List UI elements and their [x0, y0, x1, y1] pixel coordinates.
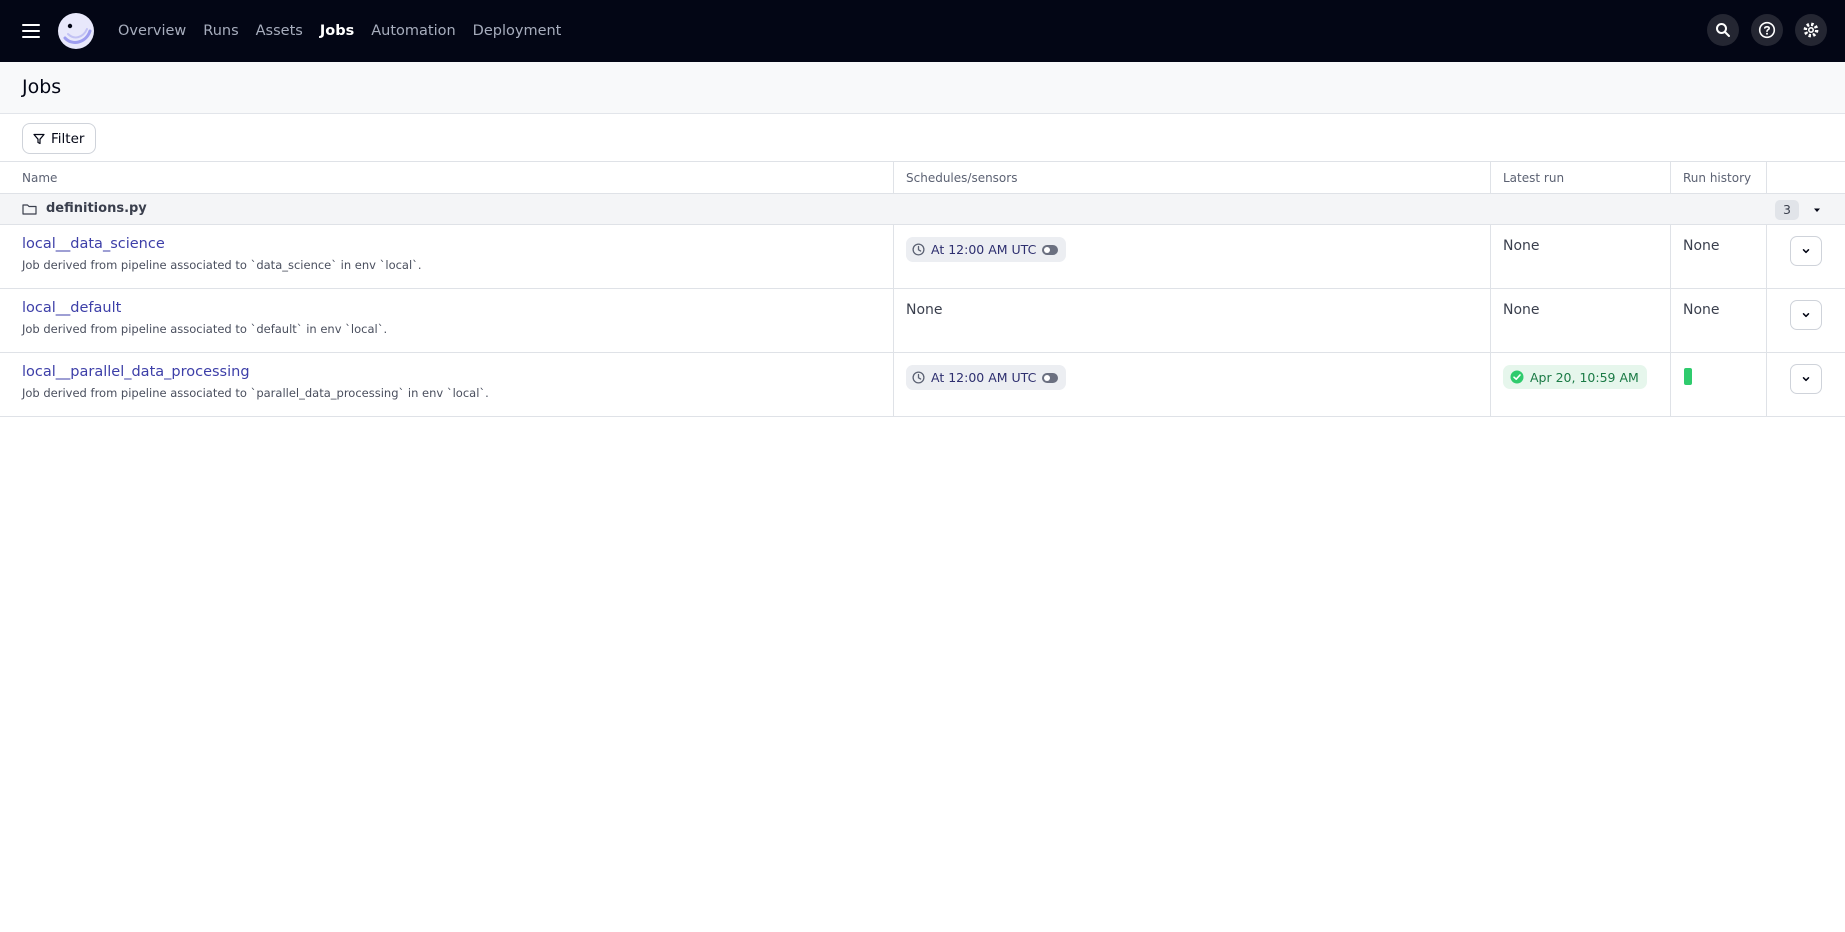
- gear-icon[interactable]: [1795, 14, 1827, 46]
- filter-label: Filter: [51, 130, 85, 147]
- main-nav: Overview Runs Assets Jobs Automation Dep…: [118, 0, 561, 62]
- schedule-tag[interactable]: At 12:00 AM UTC: [906, 237, 1067, 262]
- row-actions-button[interactable]: [1790, 300, 1822, 330]
- jobs-table: Name Schedules/sensors Latest run Run hi…: [0, 161, 1845, 417]
- group-name: definitions.py: [46, 201, 147, 216]
- nav-overview[interactable]: Overview: [118, 23, 186, 39]
- clock-icon: [912, 371, 925, 384]
- row-actions-button[interactable]: [1790, 364, 1822, 394]
- column-header-latest-run: Latest run: [1490, 162, 1670, 194]
- latest-run-label: Apr 20, 10:59 AM: [1530, 369, 1639, 385]
- schedule-cell: At 12:00 AM UTC: [893, 353, 1490, 416]
- row-actions-button[interactable]: [1790, 236, 1822, 266]
- job-link[interactable]: local__default: [22, 300, 121, 316]
- help-icon[interactable]: [1751, 14, 1783, 46]
- run-history-cell: [1670, 353, 1766, 416]
- name-cell: local__parallel_data_processing Job deri…: [0, 353, 893, 416]
- chevron-down-icon: [1802, 249, 1810, 254]
- top-actions: [1707, 14, 1827, 46]
- group-label: definitions.py: [22, 201, 147, 216]
- job-description: Job derived from pipeline associated to …: [22, 386, 489, 400]
- filter-icon: [33, 133, 45, 144]
- schedule-toggle[interactable]: [1042, 372, 1059, 383]
- nav-runs[interactable]: Runs: [203, 23, 238, 39]
- schedule-label: At 12:00 AM UTC: [931, 242, 1037, 257]
- column-header-name: Name: [22, 171, 58, 185]
- page-header: Jobs: [0, 62, 1845, 114]
- column-header-actions: [1766, 162, 1845, 194]
- latest-run-cell: None: [1490, 289, 1670, 352]
- latest-run-tag[interactable]: Apr 20, 10:59 AM: [1503, 365, 1647, 389]
- schedule-value: None: [906, 302, 943, 318]
- search-icon[interactable]: [1707, 14, 1739, 46]
- actions-cell: [1766, 353, 1845, 416]
- latest-run-value: None: [1503, 238, 1540, 254]
- chevron-down-icon: [1802, 313, 1810, 318]
- table-header: Name Schedules/sensors Latest run Run hi…: [0, 161, 1845, 194]
- run-history-bar[interactable]: [1684, 368, 1692, 385]
- latest-run-value: None: [1503, 302, 1540, 318]
- filter-button[interactable]: Filter: [22, 123, 97, 154]
- column-header-run-history: Run history: [1670, 162, 1766, 194]
- schedule-toggle[interactable]: [1042, 244, 1059, 255]
- menu-icon[interactable]: [20, 20, 44, 42]
- run-history-value: None: [1683, 302, 1720, 318]
- dagster-logo-icon[interactable]: [56, 11, 96, 51]
- table-row: local__parallel_data_processing Job deri…: [0, 353, 1845, 417]
- table-row: local__data_science Job derived from pip…: [0, 225, 1845, 289]
- table-row: local__default Job derived from pipeline…: [0, 289, 1845, 353]
- clock-icon: [912, 243, 925, 256]
- nav-assets[interactable]: Assets: [256, 23, 303, 39]
- schedule-cell: At 12:00 AM UTC: [893, 225, 1490, 288]
- run-history-cell: None: [1670, 225, 1766, 288]
- job-description: Job derived from pipeline associated to …: [22, 258, 422, 272]
- name-cell: local__data_science Job derived from pip…: [0, 225, 893, 288]
- schedule-cell: None: [893, 289, 1490, 352]
- run-history-value: None: [1683, 238, 1720, 254]
- actions-cell: [1766, 225, 1845, 288]
- job-description: Job derived from pipeline associated to …: [22, 322, 388, 336]
- column-header-schedules: Schedules/sensors: [893, 162, 1490, 194]
- latest-run-cell: Apr 20, 10:59 AM: [1490, 353, 1670, 416]
- job-link[interactable]: local__data_science: [22, 236, 165, 252]
- top-nav: Overview Runs Assets Jobs Automation Dep…: [0, 0, 1845, 62]
- check-circle-icon: [1510, 370, 1524, 384]
- job-link[interactable]: local__parallel_data_processing: [22, 364, 250, 380]
- group-count-badge: 3: [1775, 200, 1799, 220]
- actions-cell: [1766, 289, 1845, 352]
- nav-deployment[interactable]: Deployment: [473, 23, 562, 39]
- page-title: Jobs: [22, 76, 62, 98]
- run-history-cell: None: [1670, 289, 1766, 352]
- nav-jobs[interactable]: Jobs: [320, 23, 354, 39]
- folder-icon: [22, 203, 37, 215]
- caret-down-icon[interactable]: [1810, 203, 1824, 217]
- nav-automation[interactable]: Automation: [371, 23, 455, 39]
- schedule-label: At 12:00 AM UTC: [931, 370, 1037, 385]
- latest-run-cell: None: [1490, 225, 1670, 288]
- schedule-tag[interactable]: At 12:00 AM UTC: [906, 365, 1067, 390]
- name-cell: local__default Job derived from pipeline…: [0, 289, 893, 352]
- group-row-definitions[interactable]: definitions.py 3: [0, 194, 1845, 225]
- chevron-down-icon: [1802, 377, 1810, 382]
